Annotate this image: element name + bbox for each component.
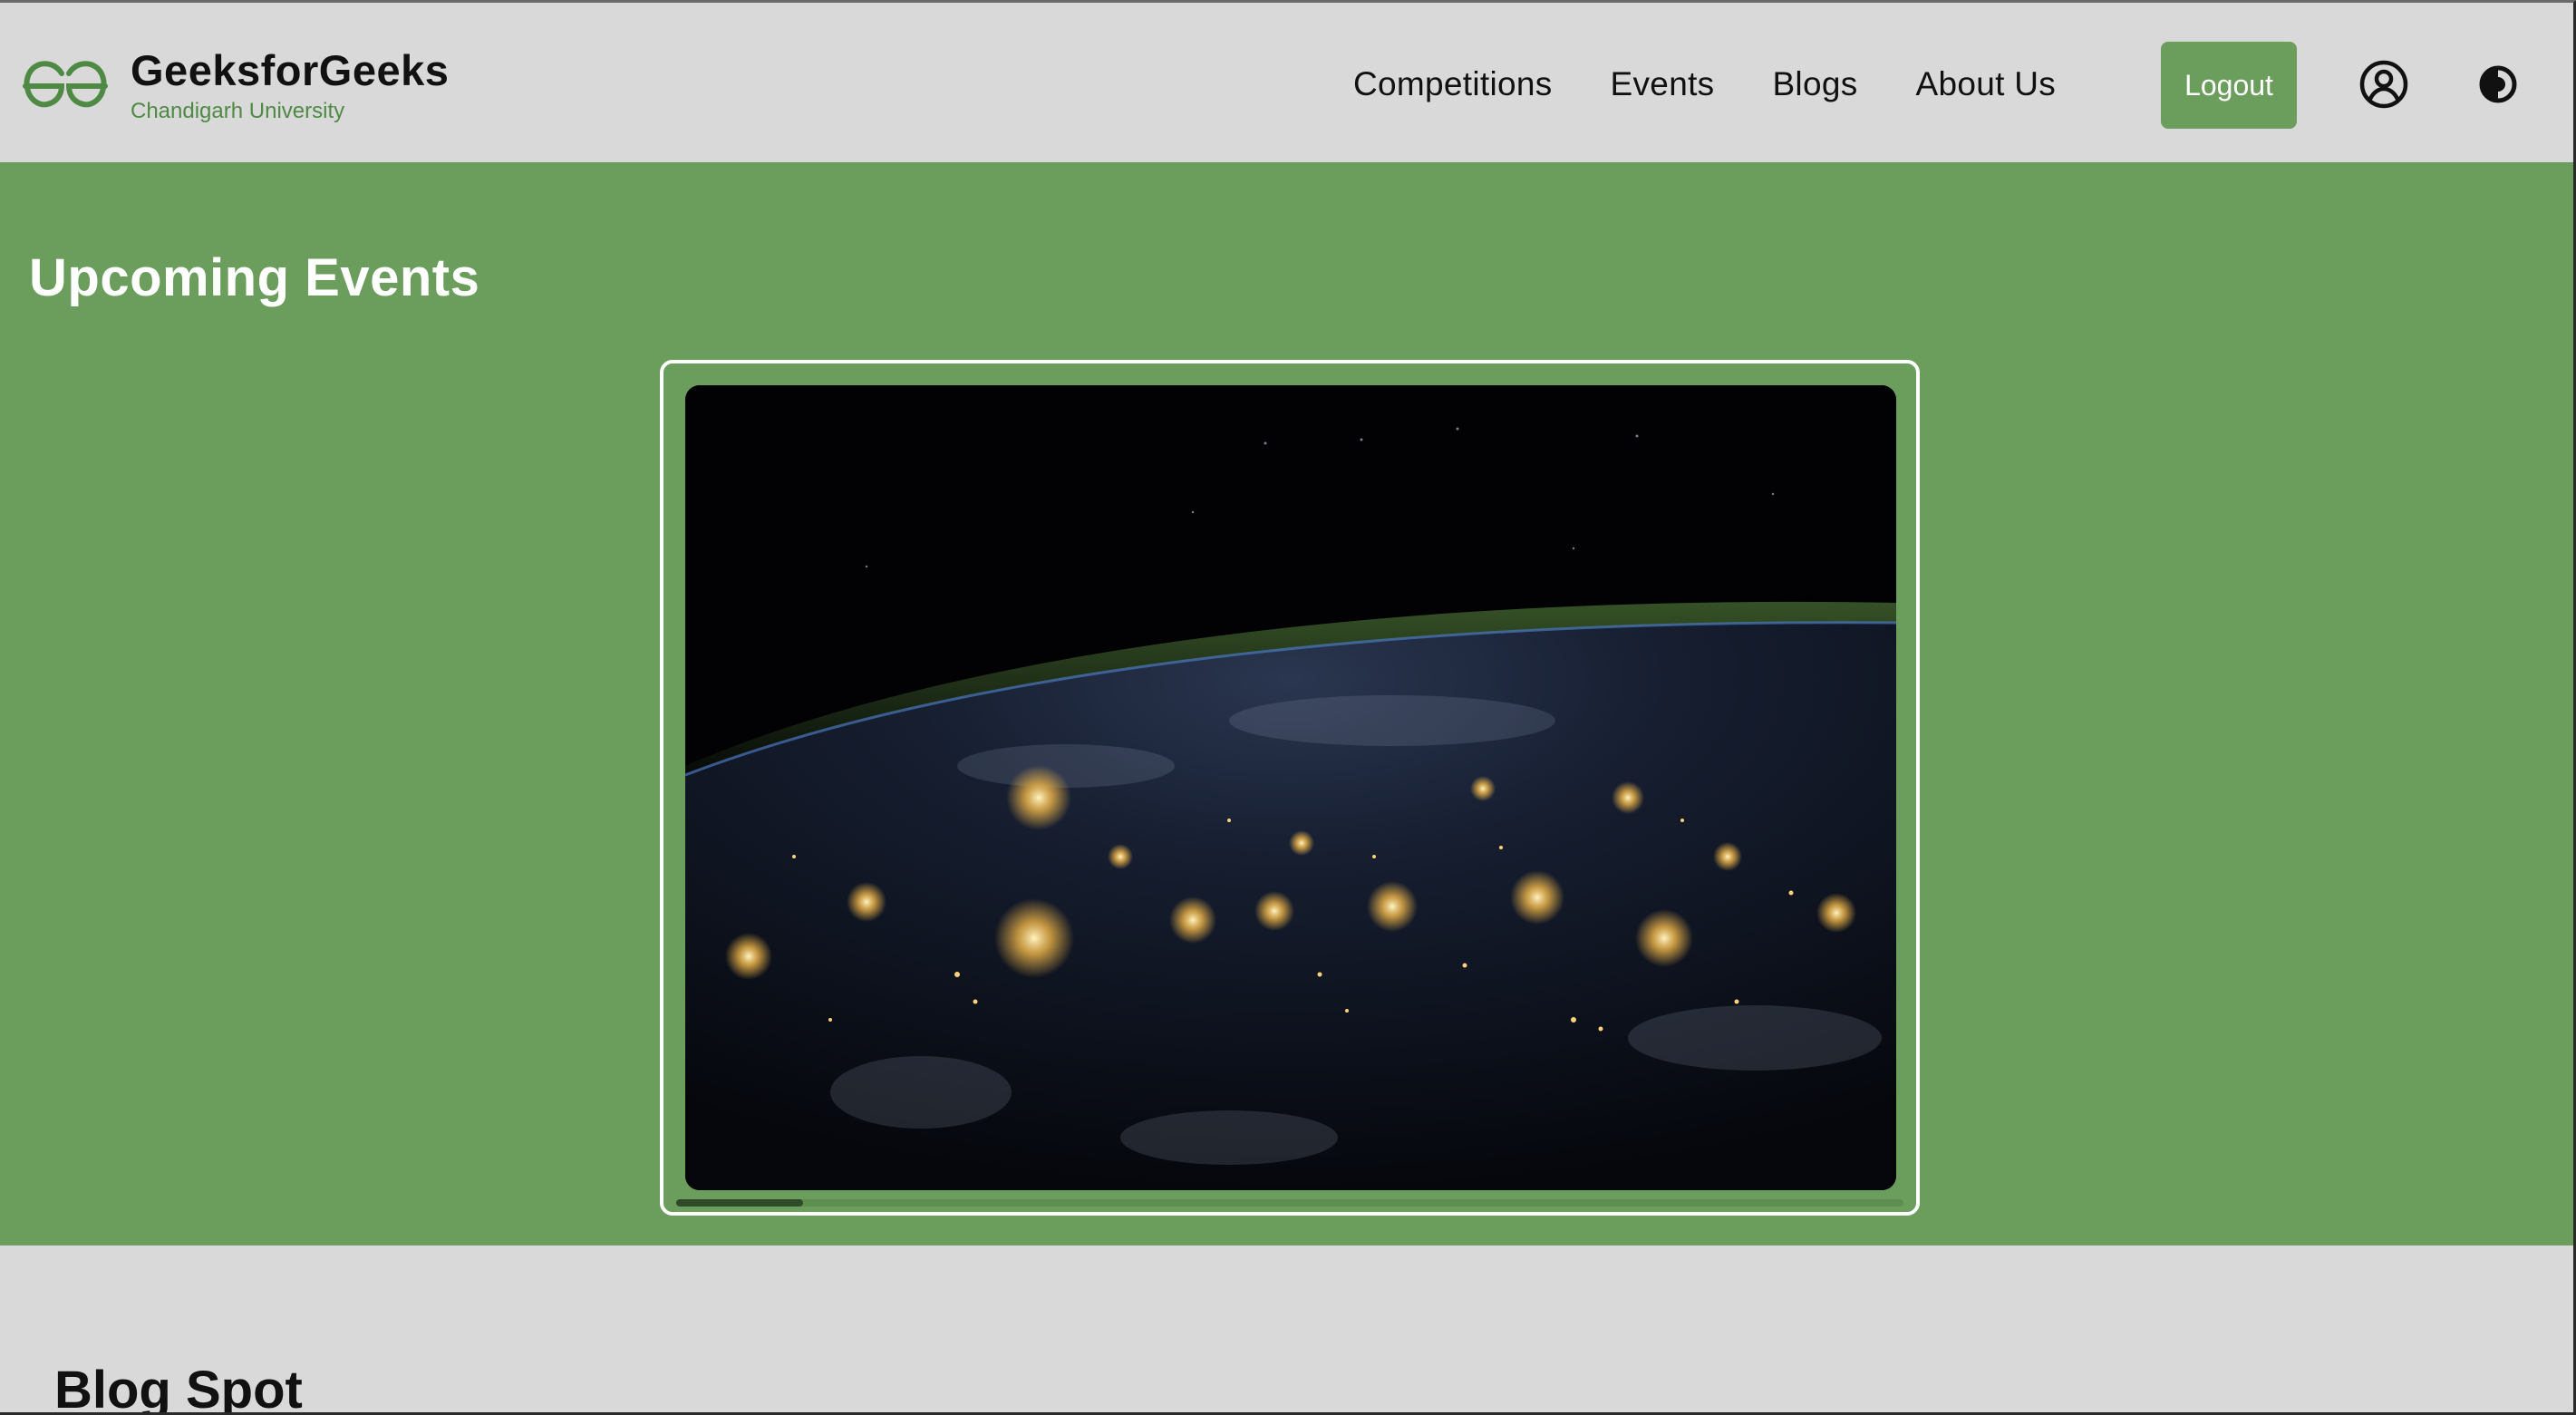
carousel-scroll-thumb[interactable] xyxy=(676,1199,803,1207)
nav-about-us[interactable]: About Us xyxy=(1916,65,2057,103)
user-profile-button[interactable] xyxy=(2358,59,2409,110)
contrast-theme-icon xyxy=(2479,65,2517,103)
page: GeeksforGeeks Chandigarh University Comp… xyxy=(0,0,2576,1415)
earth-at-night-image xyxy=(685,385,1896,1190)
events-section: Upcoming Events xyxy=(0,162,2573,1245)
blog-section: Blog Spot xyxy=(0,1245,2573,1415)
user-circle-icon xyxy=(2359,60,2408,109)
theme-toggle-button[interactable] xyxy=(2473,59,2523,110)
carousel-scrollbar[interactable] xyxy=(676,1199,1903,1207)
brand-subtitle: Chandigarh University xyxy=(131,99,345,123)
logout-button[interactable]: Logout xyxy=(2161,42,2297,129)
nav-blogs[interactable]: Blogs xyxy=(1772,65,1857,103)
brand[interactable]: GeeksforGeeks Chandigarh University xyxy=(20,46,449,124)
gfg-logo-icon xyxy=(23,61,108,108)
main-nav: Competitions Events Blogs About Us xyxy=(1353,41,2056,128)
blog-heading: Blog Spot xyxy=(54,1361,303,1415)
nav-events[interactable]: Events xyxy=(1611,65,1715,103)
nav-competitions[interactable]: Competitions xyxy=(1353,65,1553,103)
brand-name: GeeksforGeeks xyxy=(131,46,450,94)
event-slide-image[interactable] xyxy=(685,385,1896,1190)
events-heading: Upcoming Events xyxy=(29,248,480,307)
events-carousel[interactable] xyxy=(660,360,1920,1216)
site-header: GeeksforGeeks Chandigarh University Comp… xyxy=(0,3,2573,162)
